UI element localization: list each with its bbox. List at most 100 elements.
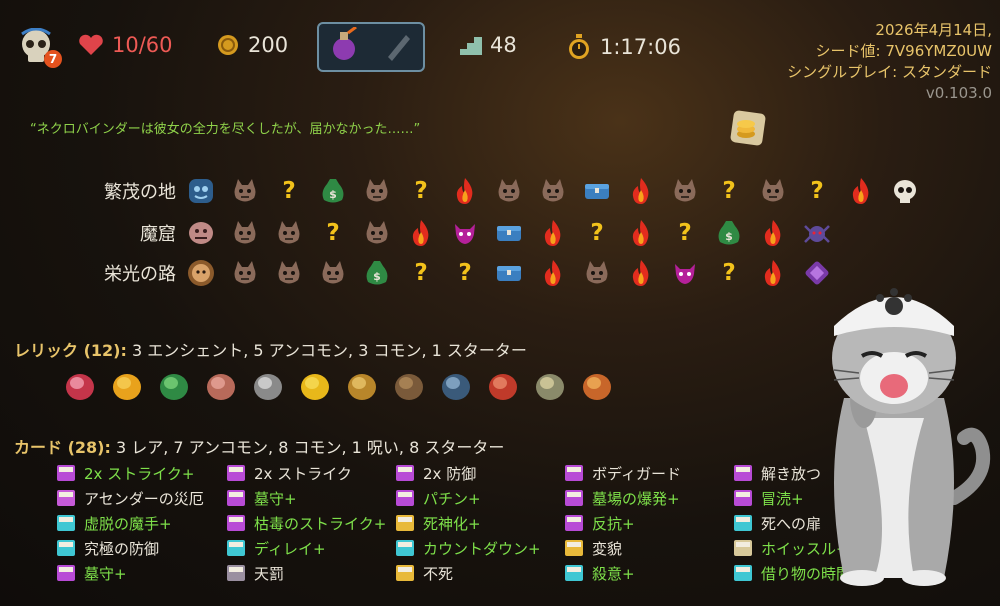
unknown-node-icon[interactable]: ? bbox=[668, 216, 702, 250]
unknown-node-icon[interactable]: ? bbox=[404, 174, 438, 208]
rest-node-icon[interactable] bbox=[536, 216, 570, 250]
enemy-node-icon[interactable] bbox=[228, 256, 262, 290]
drum-relic-icon[interactable] bbox=[577, 366, 617, 406]
rest-node-icon[interactable] bbox=[756, 216, 790, 250]
chest-node-icon[interactable] bbox=[492, 256, 526, 290]
treasure-bag-node-icon[interactable]: $ bbox=[316, 174, 350, 208]
elite-node-icon[interactable] bbox=[668, 256, 702, 290]
rest-node-icon[interactable] bbox=[756, 256, 790, 290]
card-icon bbox=[733, 539, 753, 557]
card-item[interactable]: 枯毒のストライク+ bbox=[226, 512, 395, 534]
unknown-node-icon[interactable]: ? bbox=[580, 216, 614, 250]
card-item[interactable]: 墓守+ bbox=[56, 562, 226, 584]
rest-node-icon[interactable] bbox=[624, 216, 658, 250]
enemy-node-icon[interactable] bbox=[492, 174, 526, 208]
card-item[interactable]: 虚脱の魔手+ bbox=[56, 512, 226, 534]
card-item[interactable]: 2x 防御 bbox=[395, 462, 564, 484]
chest-node-icon[interactable] bbox=[492, 216, 526, 250]
character-skull-icon[interactable]: 7 bbox=[18, 27, 62, 68]
card-item[interactable]: 墓場の爆発+ bbox=[564, 487, 733, 509]
ascension-badge: 7 bbox=[44, 50, 62, 68]
unknown-node-icon[interactable]: ? bbox=[712, 256, 746, 290]
boss-lion-node-icon[interactable] bbox=[184, 256, 218, 290]
card-item[interactable]: 死神化+ bbox=[395, 512, 564, 534]
enemy-node-icon[interactable] bbox=[536, 174, 570, 208]
enemy-node-icon[interactable] bbox=[272, 216, 306, 250]
card-item[interactable]: 変貌 bbox=[564, 537, 733, 559]
boss-slime-node-icon[interactable] bbox=[184, 174, 218, 208]
card-item[interactable]: 不死 bbox=[395, 562, 564, 584]
card-item[interactable]: 天罰 bbox=[226, 562, 395, 584]
unknown-node-icon[interactable]: ? bbox=[800, 174, 834, 208]
rest-node-icon[interactable] bbox=[448, 174, 482, 208]
box-relic-icon[interactable] bbox=[436, 366, 476, 406]
enemy-node-icon[interactable] bbox=[228, 216, 262, 250]
rest-node-icon[interactable] bbox=[624, 256, 658, 290]
run-info: 2026年4月14日, シード値: 7V96YMZ0UW シングルプレイ: スタ… bbox=[787, 20, 992, 104]
boss-beast-node-icon[interactable] bbox=[184, 216, 218, 250]
enemy-node-icon[interactable] bbox=[316, 256, 350, 290]
card-item[interactable]: ボディガード bbox=[564, 462, 733, 484]
unknown-node-icon[interactable]: ? bbox=[316, 216, 350, 250]
purple-potion-icon[interactable] bbox=[328, 25, 362, 67]
enemy-node-icon[interactable] bbox=[580, 256, 614, 290]
card-name: 2x ストライク bbox=[254, 464, 352, 483]
unknown-node-icon[interactable]: ? bbox=[272, 174, 306, 208]
gold-value: 200 bbox=[248, 33, 289, 57]
card-item[interactable]: パチン+ bbox=[395, 487, 564, 509]
enemy-node-icon[interactable] bbox=[360, 174, 394, 208]
crown-relic-icon[interactable] bbox=[342, 366, 382, 406]
act-row-3: 栄光の路 $??? bbox=[80, 256, 834, 290]
card-icon bbox=[56, 514, 76, 532]
card-icon bbox=[56, 564, 76, 582]
rest-node-icon[interactable] bbox=[404, 216, 438, 250]
nunchaku-relic-icon[interactable] bbox=[483, 366, 523, 406]
treasure-bag-node-icon[interactable]: $ bbox=[712, 216, 746, 250]
card-name: 殺意+ bbox=[592, 564, 635, 583]
green-dragon-relic-icon[interactable] bbox=[154, 366, 194, 406]
empty-potion-slot-icon[interactable] bbox=[380, 27, 414, 67]
card-item[interactable]: 反抗+ bbox=[564, 512, 733, 534]
timer-value: 1:17:06 bbox=[600, 35, 681, 59]
boot-relic-icon[interactable] bbox=[389, 366, 429, 406]
card-item[interactable]: 究極の防御 bbox=[56, 537, 226, 559]
unknown-node-icon[interactable]: ? bbox=[404, 256, 438, 290]
gold-orb-relic-icon[interactable] bbox=[107, 366, 147, 406]
card-icon bbox=[395, 514, 415, 532]
act-name: 魔窟 bbox=[140, 224, 176, 245]
rest-node-icon[interactable] bbox=[844, 174, 878, 208]
timer-display: 1:17:06 bbox=[566, 33, 681, 61]
banana-relic-icon[interactable] bbox=[295, 366, 335, 406]
meat-relic-icon[interactable] bbox=[201, 366, 241, 406]
elite-node-icon[interactable] bbox=[448, 216, 482, 250]
enemy-node-icon[interactable] bbox=[228, 174, 262, 208]
card-name: 虚脱の魔手+ bbox=[84, 514, 172, 533]
sickle-relic-icon[interactable] bbox=[248, 366, 288, 406]
enemy-node-icon[interactable] bbox=[360, 216, 394, 250]
card-item[interactable]: アセンダーの災厄 bbox=[56, 487, 226, 509]
run-quote: “ネクロバインダーは彼女の全力を尽くしたが、届かなかった……” bbox=[30, 122, 421, 137]
unknown-node-icon[interactable]: ? bbox=[448, 256, 482, 290]
candelabra-relic-icon[interactable] bbox=[530, 366, 570, 406]
rest-node-icon[interactable] bbox=[536, 256, 570, 290]
floor-value: 48 bbox=[490, 33, 517, 57]
enemy-node-icon[interactable] bbox=[668, 174, 702, 208]
boss-skull-node-icon[interactable] bbox=[888, 174, 922, 208]
card-item[interactable]: 殺意+ bbox=[564, 562, 733, 584]
enemy-node-icon[interactable] bbox=[272, 256, 306, 290]
act-row-2: 魔窟 ??? $ bbox=[80, 216, 834, 250]
heart-relic-icon[interactable] bbox=[60, 366, 100, 406]
rest-node-icon[interactable] bbox=[624, 174, 658, 208]
unknown-node-icon[interactable]: ? bbox=[712, 174, 746, 208]
card-item[interactable]: ディレイ+ bbox=[226, 537, 395, 559]
boss-spider-node-icon[interactable] bbox=[800, 216, 834, 250]
card-item[interactable]: 2x ストライク bbox=[226, 462, 395, 484]
card-name: 2x ストライク+ bbox=[84, 464, 195, 483]
enemy-node-icon[interactable] bbox=[756, 174, 790, 208]
gold-bonus-icon[interactable] bbox=[728, 108, 768, 148]
chest-node-icon[interactable] bbox=[580, 174, 614, 208]
treasure-bag-node-icon[interactable]: $ bbox=[360, 256, 394, 290]
card-item[interactable]: 墓守+ bbox=[226, 487, 395, 509]
card-item[interactable]: 2x ストライク+ bbox=[56, 462, 226, 484]
card-item[interactable]: カウントダウン+ bbox=[395, 537, 564, 559]
